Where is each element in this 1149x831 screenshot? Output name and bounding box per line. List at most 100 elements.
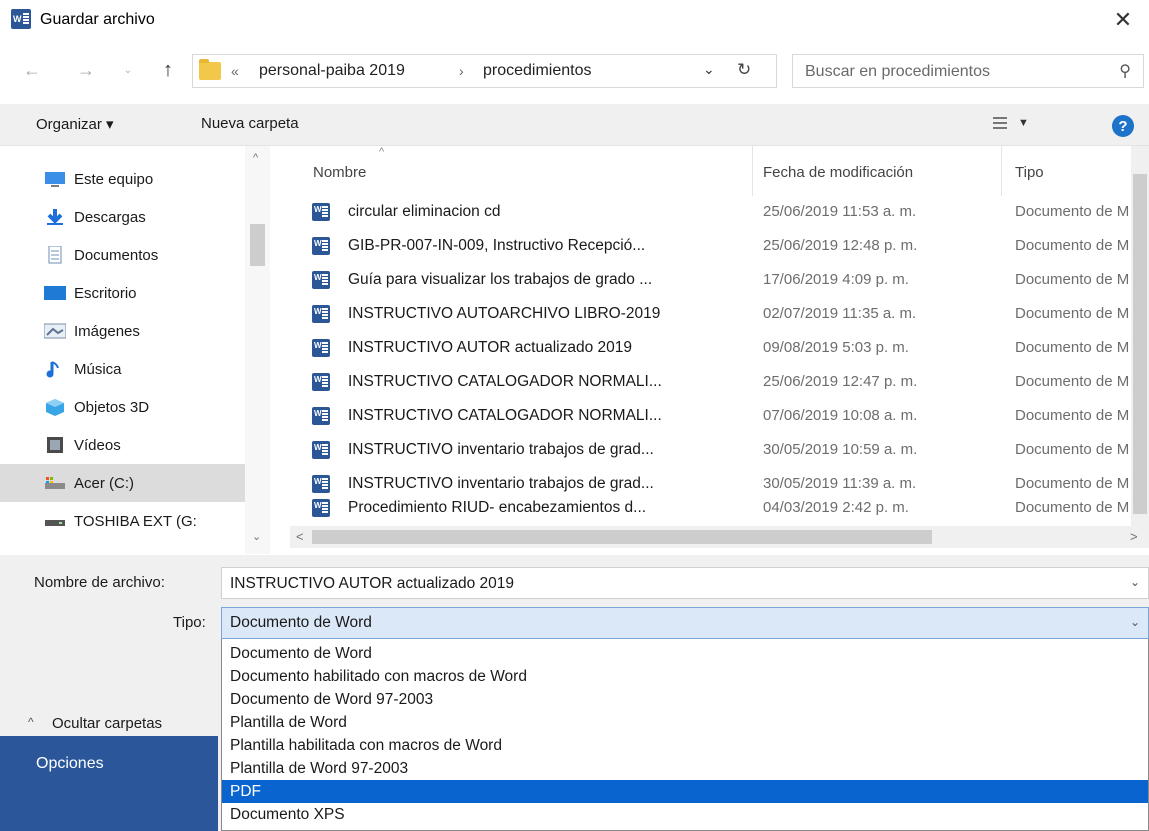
type-option-xps[interactable]: Documento XPS xyxy=(222,803,1148,826)
search-box[interactable]: ⚲ xyxy=(792,54,1144,88)
column-header-type[interactable]: Tipo xyxy=(1015,164,1044,181)
music-icon xyxy=(46,361,59,378)
help-icon[interactable]: ? xyxy=(1112,115,1134,137)
file-type-dropdown-icon[interactable]: ⌄ xyxy=(1130,615,1140,629)
nav-item-toshiba-ext[interactable]: TOSHIBA EXT (G: xyxy=(0,502,245,540)
word-document-icon xyxy=(312,237,330,255)
file-row[interactable]: Procedimiento RIUD- encabezamientos d...… xyxy=(290,493,1130,523)
address-dropdown-icon[interactable]: ⌄ xyxy=(703,61,715,78)
word-document-icon xyxy=(312,271,330,289)
filename-label: Nombre de archivo: xyxy=(34,574,165,591)
nav-label: Imágenes xyxy=(74,322,140,340)
organize-button[interactable]: Organizar ▾ xyxy=(36,115,114,133)
address-bar[interactable]: « personal-paiba 2019 › procedimientos ⌄… xyxy=(192,54,777,88)
file-date: 02/07/2019 11:35 a. m. xyxy=(763,305,917,322)
folder-icon xyxy=(199,59,221,80)
type-option-word-macros[interactable]: Documento habilitado con macros de Word xyxy=(222,665,1148,688)
nav-item-acer-c[interactable]: Acer (C:) xyxy=(0,464,245,502)
new-folder-button[interactable]: Nueva carpeta xyxy=(201,115,299,132)
file-type: Documento de Microsoft Word xyxy=(1015,441,1130,458)
documents-icon xyxy=(48,246,62,264)
scroll-right-icon[interactable]: > xyxy=(1130,529,1138,544)
breadcrumb-procedimientos[interactable]: procedimientos xyxy=(483,62,592,80)
file-type: Documento de Microsoft Word xyxy=(1015,407,1130,424)
navigation-pane: Este equipo Descargas Documentos Escrito… xyxy=(0,146,270,554)
pictures-icon xyxy=(44,323,66,339)
filename-input[interactable] xyxy=(230,573,1110,595)
nav-item-descargas[interactable]: Descargas xyxy=(0,198,245,236)
type-option-template-macros[interactable]: Plantilla habilitada con macros de Word xyxy=(222,734,1148,757)
file-row[interactable]: INSTRUCTIVO AUTOARCHIVO LIBRO-2019 02/07… xyxy=(290,299,1130,329)
options-panel[interactable]: Opciones xyxy=(0,736,218,831)
file-date: 25/06/2019 12:48 p. m. xyxy=(763,237,918,254)
type-label: Tipo: xyxy=(173,614,206,631)
type-option-template[interactable]: Plantilla de Word xyxy=(222,711,1148,734)
save-options-panel: Nombre de archivo: ⌄ Tipo: Documento de … xyxy=(0,555,1149,831)
nav-item-este-equipo[interactable]: Este equipo xyxy=(0,160,245,198)
recent-locations-icon[interactable]: ⌄ xyxy=(116,56,140,84)
file-row[interactable]: INSTRUCTIVO AUTOR actualizado 2019 09/08… xyxy=(290,333,1130,363)
file-row[interactable]: INSTRUCTIVO CATALOGADOR NORMALI... 07/06… xyxy=(290,401,1130,431)
close-button[interactable]: ✕ xyxy=(1109,6,1137,34)
type-option-word-97-2003[interactable]: Documento de Word 97-2003 xyxy=(222,688,1148,711)
nav-label: Escritorio xyxy=(74,284,137,302)
type-option-template-97-2003[interactable]: Plantilla de Word 97-2003 xyxy=(222,757,1148,780)
view-options-icon[interactable] xyxy=(993,115,1013,131)
search-icon[interactable]: ⚲ xyxy=(1119,61,1131,81)
file-list-horizontal-scrollbar[interactable]: < > xyxy=(290,526,1149,548)
scroll-down-icon[interactable]: ⌄ xyxy=(252,530,261,543)
file-date: 25/06/2019 11:53 a. m. xyxy=(763,203,917,220)
file-date: 30/05/2019 11:39 a. m. xyxy=(763,475,917,492)
refresh-icon[interactable]: ↻ xyxy=(737,60,751,80)
file-row[interactable]: INSTRUCTIVO inventario trabajos de grad.… xyxy=(290,435,1130,465)
nav-item-imagenes[interactable]: Imágenes xyxy=(0,312,245,350)
hide-folders-label: Ocultar carpetas xyxy=(52,715,163,732)
filename-field[interactable]: ⌄ xyxy=(221,567,1149,599)
forward-arrow-icon[interactable]: → xyxy=(74,56,98,84)
navpane-scrollbar[interactable]: ^ ⌄ xyxy=(245,146,270,554)
breadcrumb-separator[interactable]: › xyxy=(459,63,464,79)
vertical-scroll-thumb[interactable] xyxy=(1133,174,1147,514)
navpane-scroll-thumb[interactable] xyxy=(250,224,265,266)
breadcrumb-overflow[interactable]: « xyxy=(231,63,239,79)
file-row[interactable]: Guía para visualizar los trabajos de gra… xyxy=(290,265,1130,295)
nav-item-musica[interactable]: Música xyxy=(0,350,245,388)
up-arrow-icon[interactable]: ↑ xyxy=(156,56,180,84)
nav-label: Objetos 3D xyxy=(74,398,150,416)
file-row[interactable]: INSTRUCTIVO CATALOGADOR NORMALI... 25/06… xyxy=(290,367,1130,397)
file-name: circular eliminacion cd xyxy=(348,203,501,220)
nav-item-objetos-3d[interactable]: Objetos 3D xyxy=(0,388,245,426)
videos-icon xyxy=(47,437,63,453)
horizontal-scroll-thumb[interactable] xyxy=(312,530,932,544)
word-document-icon xyxy=(312,475,330,493)
column-header-name[interactable]: Nombre xyxy=(313,164,366,181)
type-option-pdf[interactable]: PDF xyxy=(222,780,1148,803)
file-list-vertical-scrollbar[interactable] xyxy=(1131,146,1149,526)
options-label: Opciones xyxy=(36,755,104,772)
filename-dropdown-icon[interactable]: ⌄ xyxy=(1130,575,1140,589)
file-date: 09/08/2019 5:03 p. m. xyxy=(763,339,909,356)
word-document-icon xyxy=(312,441,330,459)
search-input[interactable] xyxy=(805,61,1105,83)
nav-item-videos[interactable]: Vídeos xyxy=(0,426,245,464)
file-date: 17/06/2019 4:09 p. m. xyxy=(763,271,909,288)
type-option-word[interactable]: Documento de Word xyxy=(222,642,1148,665)
file-type: Documento de Microsoft Word xyxy=(1015,203,1130,220)
view-dropdown-icon[interactable]: ▼ xyxy=(1018,117,1029,129)
scroll-left-icon[interactable]: < xyxy=(296,529,304,544)
nav-item-escritorio[interactable]: Escritorio xyxy=(0,274,245,312)
file-date: 04/03/2019 2:42 p. m. xyxy=(763,499,909,516)
file-row[interactable]: GIB-PR-007-IN-009, Instructivo Recepció.… xyxy=(290,231,1130,261)
breadcrumb-personal-paiba[interactable]: personal-paiba 2019 xyxy=(259,62,405,80)
column-divider[interactable] xyxy=(752,146,753,196)
address-row: ← → ⌄ ↑ « personal-paiba 2019 › procedim… xyxy=(0,50,1149,92)
nav-item-documentos[interactable]: Documentos xyxy=(0,236,245,274)
external-drive-icon xyxy=(45,520,65,526)
file-row[interactable]: circular eliminacion cd 25/06/2019 11:53… xyxy=(290,197,1130,227)
file-type-select[interactable]: Documento de Word ⌄ xyxy=(221,607,1149,639)
back-arrow-icon[interactable]: ← xyxy=(20,56,44,84)
scroll-up-icon[interactable]: ^ xyxy=(253,152,258,164)
file-name: INSTRUCTIVO CATALOGADOR NORMALI... xyxy=(348,373,662,390)
column-header-date[interactable]: Fecha de modificación xyxy=(763,164,913,181)
column-divider[interactable] xyxy=(1001,146,1002,196)
